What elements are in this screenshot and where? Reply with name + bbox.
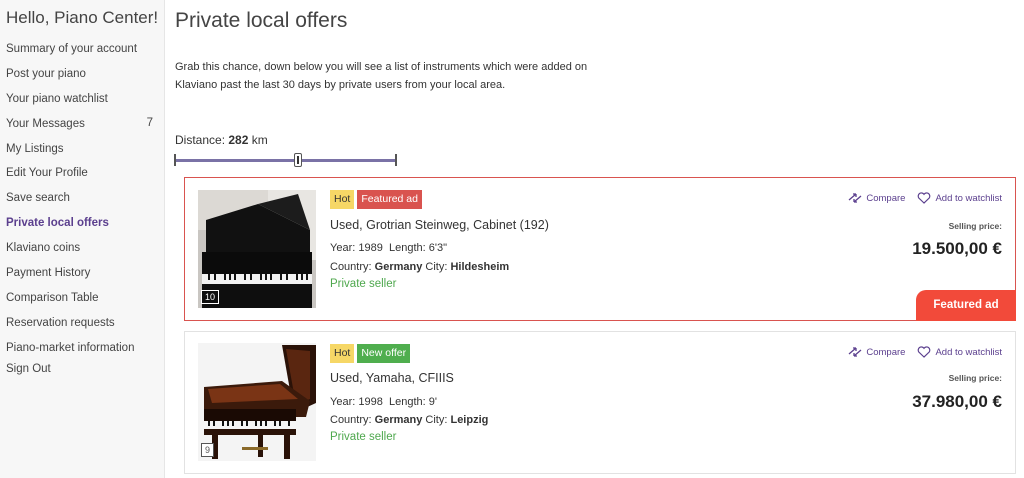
distance-slider[interactable]	[174, 152, 397, 168]
compare-button[interactable]: Compare	[848, 192, 905, 204]
piano-photo[interactable]: 10	[198, 190, 316, 308]
compare-label: Compare	[866, 346, 906, 358]
grand-piano-brown-image	[198, 343, 316, 461]
country-value: Germany	[374, 414, 423, 426]
sidebar-item-klaviano-coins[interactable]: Klaviano coins	[6, 242, 80, 254]
greeting: Hello, Piano Center!	[6, 8, 159, 27]
country-value: Germany	[374, 261, 423, 273]
add-to-watchlist-button[interactable]: Add to watchlist	[917, 346, 1002, 358]
city-value: Leipzig	[450, 414, 489, 426]
slider-track[interactable]	[174, 159, 397, 162]
page-title: Private local offers	[175, 9, 348, 32]
slider-min-tick	[174, 154, 176, 166]
compare-icon	[848, 347, 862, 357]
sidebar-item-my-listings[interactable]: My Listings	[6, 143, 64, 155]
messages-count-badge: 7	[146, 117, 153, 129]
listing-location: Country: Germany City: Leipzig	[330, 414, 488, 426]
year-value: 1998	[358, 396, 383, 408]
compare-icon	[848, 193, 862, 203]
length-value: 9'	[428, 396, 437, 408]
piano-photo[interactable]: 9	[198, 343, 316, 461]
country-label: Country:	[330, 261, 372, 273]
distance-value: 282	[228, 133, 249, 147]
featured-badge: Featured ad	[357, 190, 422, 209]
heart-icon	[918, 346, 931, 358]
sidebar-item-sign-out[interactable]: Sign Out	[6, 363, 51, 375]
city-label: City:	[425, 414, 448, 426]
length-label: Length:	[388, 242, 426, 254]
compare-button[interactable]: Compare	[848, 346, 905, 358]
seller-type: Private seller	[330, 278, 397, 290]
slider-handle[interactable]	[294, 153, 302, 167]
compare-label: Compare	[866, 192, 906, 204]
listing-location: Country: Germany City: Hildesheim	[330, 261, 509, 273]
heart-icon	[918, 192, 931, 204]
hot-badge: Hot	[330, 344, 355, 363]
hot-badge: Hot	[330, 190, 355, 209]
distance-unit: km	[251, 133, 268, 147]
sidebar-item-watchlist[interactable]: Your piano watchlist	[6, 93, 108, 105]
listing-card[interactable]: 10 Hot Featured ad Used, Grotrian Steinw…	[184, 177, 1016, 321]
sidebar-item-post-piano[interactable]: Post your piano	[6, 68, 86, 80]
sidebar-item-private-local-offers[interactable]: Private local offers	[6, 217, 109, 229]
watchlist-label: Add to watchlist	[935, 346, 1002, 358]
city-value: Hildesheim	[450, 261, 510, 273]
sidebar-item-piano-market-info[interactable]: Piano-market information	[6, 342, 134, 354]
year-label: Year:	[330, 396, 356, 408]
photo-count: 9	[201, 443, 215, 457]
city-label: City:	[425, 261, 448, 273]
listing-year-length: Year: 1998 Length: 9'	[330, 396, 437, 408]
seller-type: Private seller	[330, 431, 397, 443]
slider-max-tick	[395, 154, 397, 166]
badge-group: Hot Featured ad	[330, 190, 422, 209]
listing-price: 37.980,00 €	[912, 392, 1002, 411]
country-label: Country:	[330, 414, 372, 426]
watchlist-label: Add to watchlist	[935, 192, 1002, 204]
listing-title[interactable]: Used, Grotrian Steinweg, Cabinet (192)	[330, 218, 549, 232]
photo-count: 10	[201, 290, 220, 304]
page-description: Grab this chance, down below you will se…	[175, 61, 588, 91]
sidebar-item-comparison-table[interactable]: Comparison Table	[6, 292, 98, 304]
length-value: 6'3"	[428, 242, 447, 254]
new-offer-badge: New offer	[357, 344, 411, 363]
sidebar-item-messages[interactable]: Your Messages	[6, 118, 85, 130]
year-label: Year:	[330, 242, 356, 254]
year-value: 1989	[358, 242, 383, 254]
listing-title[interactable]: Used, Yamaha, CFIIIS	[330, 371, 454, 385]
sidebar-item-payment-history[interactable]: Payment History	[6, 267, 90, 279]
featured-ad-tab: Featured ad	[916, 290, 1016, 321]
sidebar-item-save-search[interactable]: Save search	[6, 192, 70, 204]
distance-readout: Distance: 282 km	[175, 133, 268, 147]
sidebar: Hello, Piano Center! Summary of your acc…	[0, 0, 165, 478]
distance-label: Distance:	[175, 133, 226, 147]
listing-price: 19.500,00 €	[912, 239, 1002, 258]
selling-price-label: Selling price:	[948, 221, 1002, 231]
selling-price-label: Selling price:	[948, 373, 1002, 383]
add-to-watchlist-button[interactable]: Add to watchlist	[917, 192, 1002, 204]
listing-actions: Compare Add to watchlist	[848, 346, 1002, 358]
badge-group: Hot New offer	[330, 344, 411, 363]
listing-card[interactable]: 9 Hot New offer Used, Yamaha, CFIIIS Yea…	[184, 331, 1016, 474]
sidebar-item-edit-profile[interactable]: Edit Your Profile	[6, 167, 88, 179]
sidebar-item-summary[interactable]: Summary of your account	[6, 43, 137, 55]
length-label: Length:	[388, 396, 426, 408]
sidebar-item-reservation-requests[interactable]: Reservation requests	[6, 317, 115, 329]
listing-year-length: Year: 1989 Length: 6'3"	[330, 242, 447, 254]
listing-actions: Compare Add to watchlist	[848, 192, 1002, 204]
